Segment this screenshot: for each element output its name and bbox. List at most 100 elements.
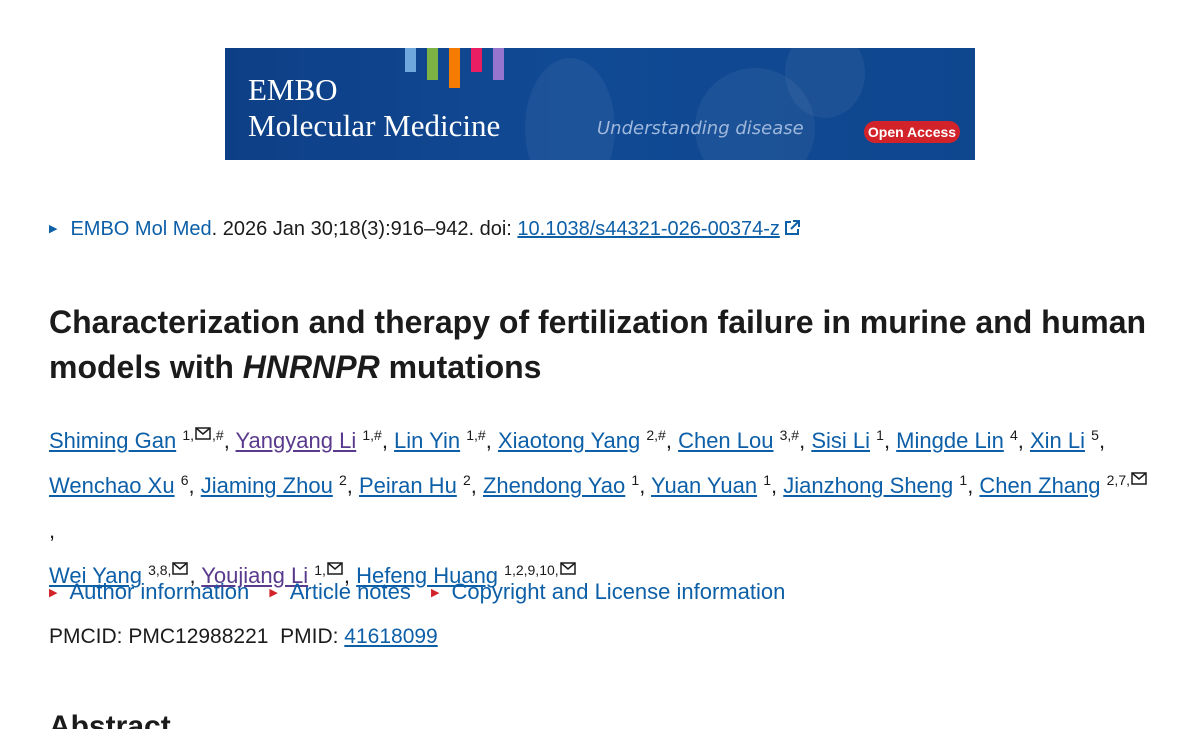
affiliation-numbers: 5 xyxy=(1091,427,1099,443)
author-link[interactable]: Shiming Gan xyxy=(49,428,176,453)
author-entry: Yangyang Li 1,#, xyxy=(235,427,395,453)
author-link[interactable]: Zhendong Yao xyxy=(483,473,625,498)
author-affiliation: 1,# xyxy=(466,427,485,443)
author-entry: Sisi Li 1, xyxy=(811,427,897,453)
author-link[interactable]: Xin Li xyxy=(1030,428,1085,453)
toggle-label[interactable]: Author information xyxy=(69,579,249,604)
affiliation-numbers: 1,2,9,10, xyxy=(504,562,559,578)
affiliation-suffix: ,# xyxy=(212,427,224,443)
copyright-license-toggle[interactable]: ▶ Copyright and License information xyxy=(431,578,785,607)
expand-triangle-icon: ▶ xyxy=(431,587,440,599)
author-affiliation: 1, xyxy=(314,562,344,578)
author-link[interactable]: Peiran Hu xyxy=(359,473,457,498)
expand-triangle-icon: ▶ xyxy=(49,587,58,599)
author-entry: Wenchao Xu 6, xyxy=(49,472,201,498)
pmcid-value: PMC12988221 xyxy=(128,625,269,648)
info-toggles: ▶ Author information ▶ Article notes ▶ Copy… xyxy=(49,578,799,607)
email-icon[interactable] xyxy=(195,427,211,440)
abstract-heading: Abstract xyxy=(49,710,171,729)
author-entry: Zhendong Yao 1, xyxy=(482,472,652,498)
author-affiliation: 5 xyxy=(1091,427,1099,443)
affiliation-numbers: 1 xyxy=(876,427,884,443)
author-link[interactable]: Xiaotong Yang xyxy=(498,428,640,453)
title-text: Characterization and therapy of fertiliz… xyxy=(49,304,1147,385)
affiliation-numbers: 4 xyxy=(1009,427,1018,443)
article-title: Characterization and therapy of fertiliz… xyxy=(49,300,1159,390)
author-affiliation: 6 xyxy=(181,472,189,488)
affiliation-numbers: 2,7, xyxy=(1106,472,1130,488)
author-link[interactable]: Chen Zhang xyxy=(979,473,1100,498)
author-link[interactable]: Jianzhong Sheng xyxy=(783,473,953,498)
doi-link[interactable]: 10.1038/s44321-026-00374-z xyxy=(517,218,779,240)
affiliation-numbers: 1, xyxy=(182,427,194,443)
author-link[interactable]: Lin Yin xyxy=(394,428,460,453)
external-link-icon[interactable] xyxy=(783,218,801,244)
author-link[interactable]: Jiaming Zhou xyxy=(201,473,333,498)
affiliation-numbers: 1 xyxy=(763,472,771,488)
affiliation-numbers: 1,# xyxy=(466,427,486,443)
author-link[interactable]: Yangyang Li xyxy=(236,428,357,453)
title-text-end: mutations xyxy=(379,349,542,385)
author-entry: Lin Yin 1,#, xyxy=(394,427,498,453)
author-entry: Jianzhong Sheng 1, xyxy=(783,472,980,498)
author-entry: Xiaotong Yang 2,#, xyxy=(497,427,679,453)
author-entry: Jiaming Zhou 2, xyxy=(200,472,359,498)
logo-bar xyxy=(471,48,482,72)
author-link[interactable]: Wenchao Xu xyxy=(49,473,175,498)
author-affiliation: 2 xyxy=(463,472,471,488)
email-icon[interactable] xyxy=(559,562,576,575)
email-icon[interactable] xyxy=(172,562,189,575)
author-affiliation: 1 xyxy=(631,472,639,488)
affiliation-numbers: 1, xyxy=(314,562,326,578)
toggle-label[interactable]: Article notes xyxy=(290,579,411,604)
affiliation-numbers: 3,# xyxy=(779,427,800,443)
citation-line: ▶ EMBO Mol Med. 2026 Jan 30;18(3):916–942… xyxy=(49,216,801,244)
journal-name-line1: EMBO xyxy=(248,72,338,107)
author-affiliation: 1 xyxy=(763,472,771,488)
author-affiliation: 3,# xyxy=(780,427,799,443)
journal-banner[interactable]: EMBO Molecular Medicine Understanding di… xyxy=(225,48,975,160)
affiliation-numbers: 2 xyxy=(338,472,347,488)
author-affiliation: 4 xyxy=(1010,427,1018,443)
expand-triangle-icon: ▶ xyxy=(269,587,278,599)
author-link[interactable]: Yuan Yuan xyxy=(651,473,757,498)
open-access-badge: Open Access xyxy=(864,121,960,143)
title-gene: HNRNPR xyxy=(242,349,380,385)
email-icon[interactable] xyxy=(1131,472,1147,485)
author-entry: Chen Lou 3,#, xyxy=(678,427,812,453)
author-affiliation: 3,8, xyxy=(148,562,189,578)
author-affiliation: 1 xyxy=(959,472,967,488)
affiliation-numbers: 1 xyxy=(631,472,640,488)
affiliation-numbers: 3,8, xyxy=(148,562,172,578)
author-entry: Mingde Lin 4, xyxy=(896,427,1030,453)
citation-details: . 2026 Jan 30;18(3):916–942. doi: xyxy=(211,218,518,240)
affiliation-numbers: 1,# xyxy=(362,427,382,443)
author-link[interactable]: Chen Lou xyxy=(678,428,773,453)
journal-link[interactable]: EMBO Mol Med xyxy=(70,218,211,240)
author-affiliation: 2 xyxy=(339,472,347,488)
article-notes-toggle[interactable]: ▶ Article notes xyxy=(269,578,411,607)
author-link[interactable]: Mingde Lin xyxy=(896,428,1004,453)
author-list: Shiming Gan 1, ,#, Yangyang Li 1,#, Lin Y… xyxy=(49,418,1149,598)
affiliation-numbers: 6 xyxy=(180,472,189,488)
pmid-label: PMID: xyxy=(280,625,345,648)
expand-triangle-icon[interactable]: ▶ xyxy=(49,216,57,242)
author-affiliation: 1,# xyxy=(362,427,381,443)
email-icon[interactable] xyxy=(327,562,343,575)
journal-tagline: Understanding disease xyxy=(597,118,804,139)
author-entry: Peiran Hu 2, xyxy=(358,472,483,498)
affiliation-numbers: 2 xyxy=(462,472,471,488)
author-entry: Xin Li 5, xyxy=(1029,427,1106,453)
affiliation-numbers: 2,# xyxy=(646,427,666,443)
journal-name-line2: Molecular Medicine xyxy=(248,108,501,143)
author-affiliation: 2,# xyxy=(646,427,665,443)
pmcid-label: PMCID: xyxy=(49,625,129,648)
pmid-link[interactable]: 41618099 xyxy=(344,625,437,648)
author-link[interactable]: Sisi Li xyxy=(811,428,870,453)
author-affiliation: 1 xyxy=(876,427,884,443)
author-information-toggle[interactable]: ▶ Author information xyxy=(49,578,249,607)
author-entry: Yuan Yuan 1, xyxy=(651,472,784,498)
author-affiliation: 1, ,# xyxy=(182,427,224,443)
article-ids: PMCID: PMC12988221 PMID: 41618099 xyxy=(49,623,438,651)
toggle-label[interactable]: Copyright and License information xyxy=(451,579,785,604)
